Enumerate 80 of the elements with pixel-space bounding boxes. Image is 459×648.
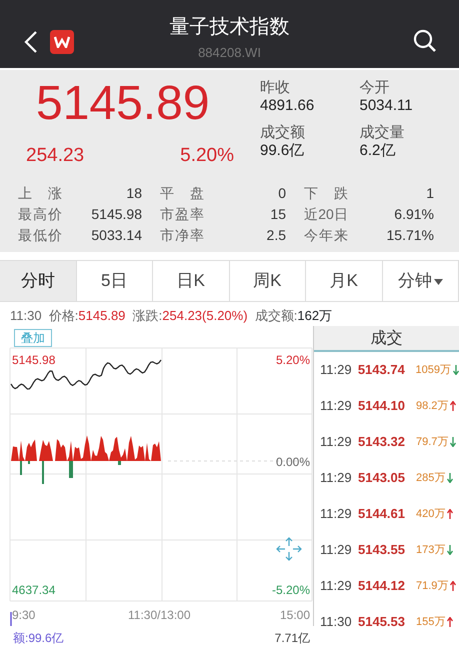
- summary-label: 成交额: [260, 125, 306, 142]
- stat-label: 市盈率: [160, 204, 204, 224]
- time-label: 15:00: [280, 609, 310, 621]
- stat-label: 最高价: [18, 204, 62, 224]
- trade-price: 5143.05: [358, 469, 406, 488]
- stat-value: 0: [277, 184, 286, 202]
- stat-value: 15.71%: [386, 226, 434, 244]
- trade-volume: 173万: [416, 542, 446, 558]
- trade-price: 5144.61: [358, 505, 406, 524]
- down-arrow-icon: [453, 365, 459, 375]
- stat-label: 近20日: [304, 204, 348, 224]
- summary-value: 4891.66: [260, 96, 316, 114]
- stat-value: 5145.98: [90, 204, 142, 224]
- info-line: 11:30 价格:5145.89 涨跌:254.23(5.20%) 成交额:162万: [10, 308, 332, 323]
- summary-value: 5034.11: [360, 96, 414, 114]
- stat-value: 5033.14: [90, 226, 142, 244]
- summary-label: 昨收: [260, 80, 291, 96]
- trade-price: 5144.12: [358, 577, 406, 596]
- trade-volume: 285万: [416, 470, 446, 486]
- stat-label: 今年来: [304, 226, 348, 244]
- trade-time: 11:29: [320, 541, 353, 560]
- stat-label: 下跌: [304, 184, 348, 202]
- down-arrow-icon: [447, 473, 454, 483]
- down-arrow-icon: [447, 545, 454, 555]
- trade-time: 11:30: [320, 613, 353, 632]
- trade-time: 11:29: [320, 577, 353, 596]
- summary-label: 成交量: [360, 125, 406, 142]
- percent-label: 0.00%: [276, 456, 310, 468]
- expand-icon[interactable]: [276, 537, 302, 561]
- index-code: 884208.WI: [197, 44, 262, 62]
- percent-label: 5.20%: [276, 354, 310, 366]
- summary-label: 今开: [360, 80, 390, 96]
- time-label: 11:30/13:00: [128, 609, 191, 621]
- search-icon[interactable]: [413, 29, 437, 53]
- stat-label: 市净率: [160, 226, 204, 244]
- trade-volume: 420万: [416, 506, 446, 522]
- stat-value: 15: [269, 204, 286, 224]
- summary-value: 99.6亿: [260, 142, 306, 160]
- trade-time: 11:29: [320, 469, 353, 488]
- trade-price: 5143.32: [358, 433, 406, 452]
- app-logo-icon: [50, 30, 74, 54]
- trade-time: 11:29: [320, 505, 353, 524]
- trades-header: 成交: [314, 326, 459, 352]
- up-arrow-icon: [447, 617, 454, 627]
- stat-label: 最低价: [18, 226, 62, 244]
- trade-price: 5144.10: [358, 397, 406, 416]
- trade-volume: 79.7万: [416, 434, 448, 450]
- trade-time: 11:29: [320, 361, 353, 380]
- up-arrow-icon: [450, 401, 456, 411]
- trade-price: 5145.53: [358, 613, 406, 632]
- trade-volume: 1059万: [416, 362, 452, 378]
- stat-label: 平盘: [160, 184, 204, 202]
- volume-label: 额:99.6亿: [13, 632, 64, 644]
- up-arrow-icon: [447, 509, 454, 519]
- index-title: 量子技术指数: [168, 15, 290, 37]
- trade-volume: 155万: [416, 614, 446, 630]
- stat-value: 18: [125, 184, 142, 202]
- stat-value: 1: [425, 184, 434, 202]
- low-price-label: 4637.34: [12, 584, 56, 596]
- current-price: 5145.89: [35, 80, 211, 128]
- down-arrow-icon: [450, 437, 456, 447]
- up-arrow-icon: [450, 581, 456, 591]
- trade-price: 5143.55: [358, 541, 406, 560]
- percent-label: -5.20%: [272, 584, 310, 596]
- change-percent: 5.20%: [180, 144, 234, 168]
- back-icon[interactable]: [24, 30, 38, 54]
- volume-max-label: 7.71亿: [274, 632, 310, 644]
- summary-value: 6.2亿: [360, 142, 396, 160]
- trade-time: 11:29: [320, 433, 353, 452]
- trade-volume: 71.9万: [416, 578, 448, 594]
- high-price-label: 5145.98: [12, 354, 56, 366]
- stat-value: 2.5: [266, 226, 286, 244]
- time-label: 9:30: [12, 609, 36, 621]
- stat-value: 6.91%: [393, 204, 434, 224]
- chart-tab[interactable]: 分时: [0, 261, 76, 301]
- stat-label: 上涨: [18, 184, 62, 202]
- trade-price: 5143.74: [358, 361, 406, 380]
- trade-time: 11:29: [320, 397, 353, 416]
- trade-volume: 98.2万: [416, 398, 448, 414]
- price-change: 254.23: [26, 144, 84, 168]
